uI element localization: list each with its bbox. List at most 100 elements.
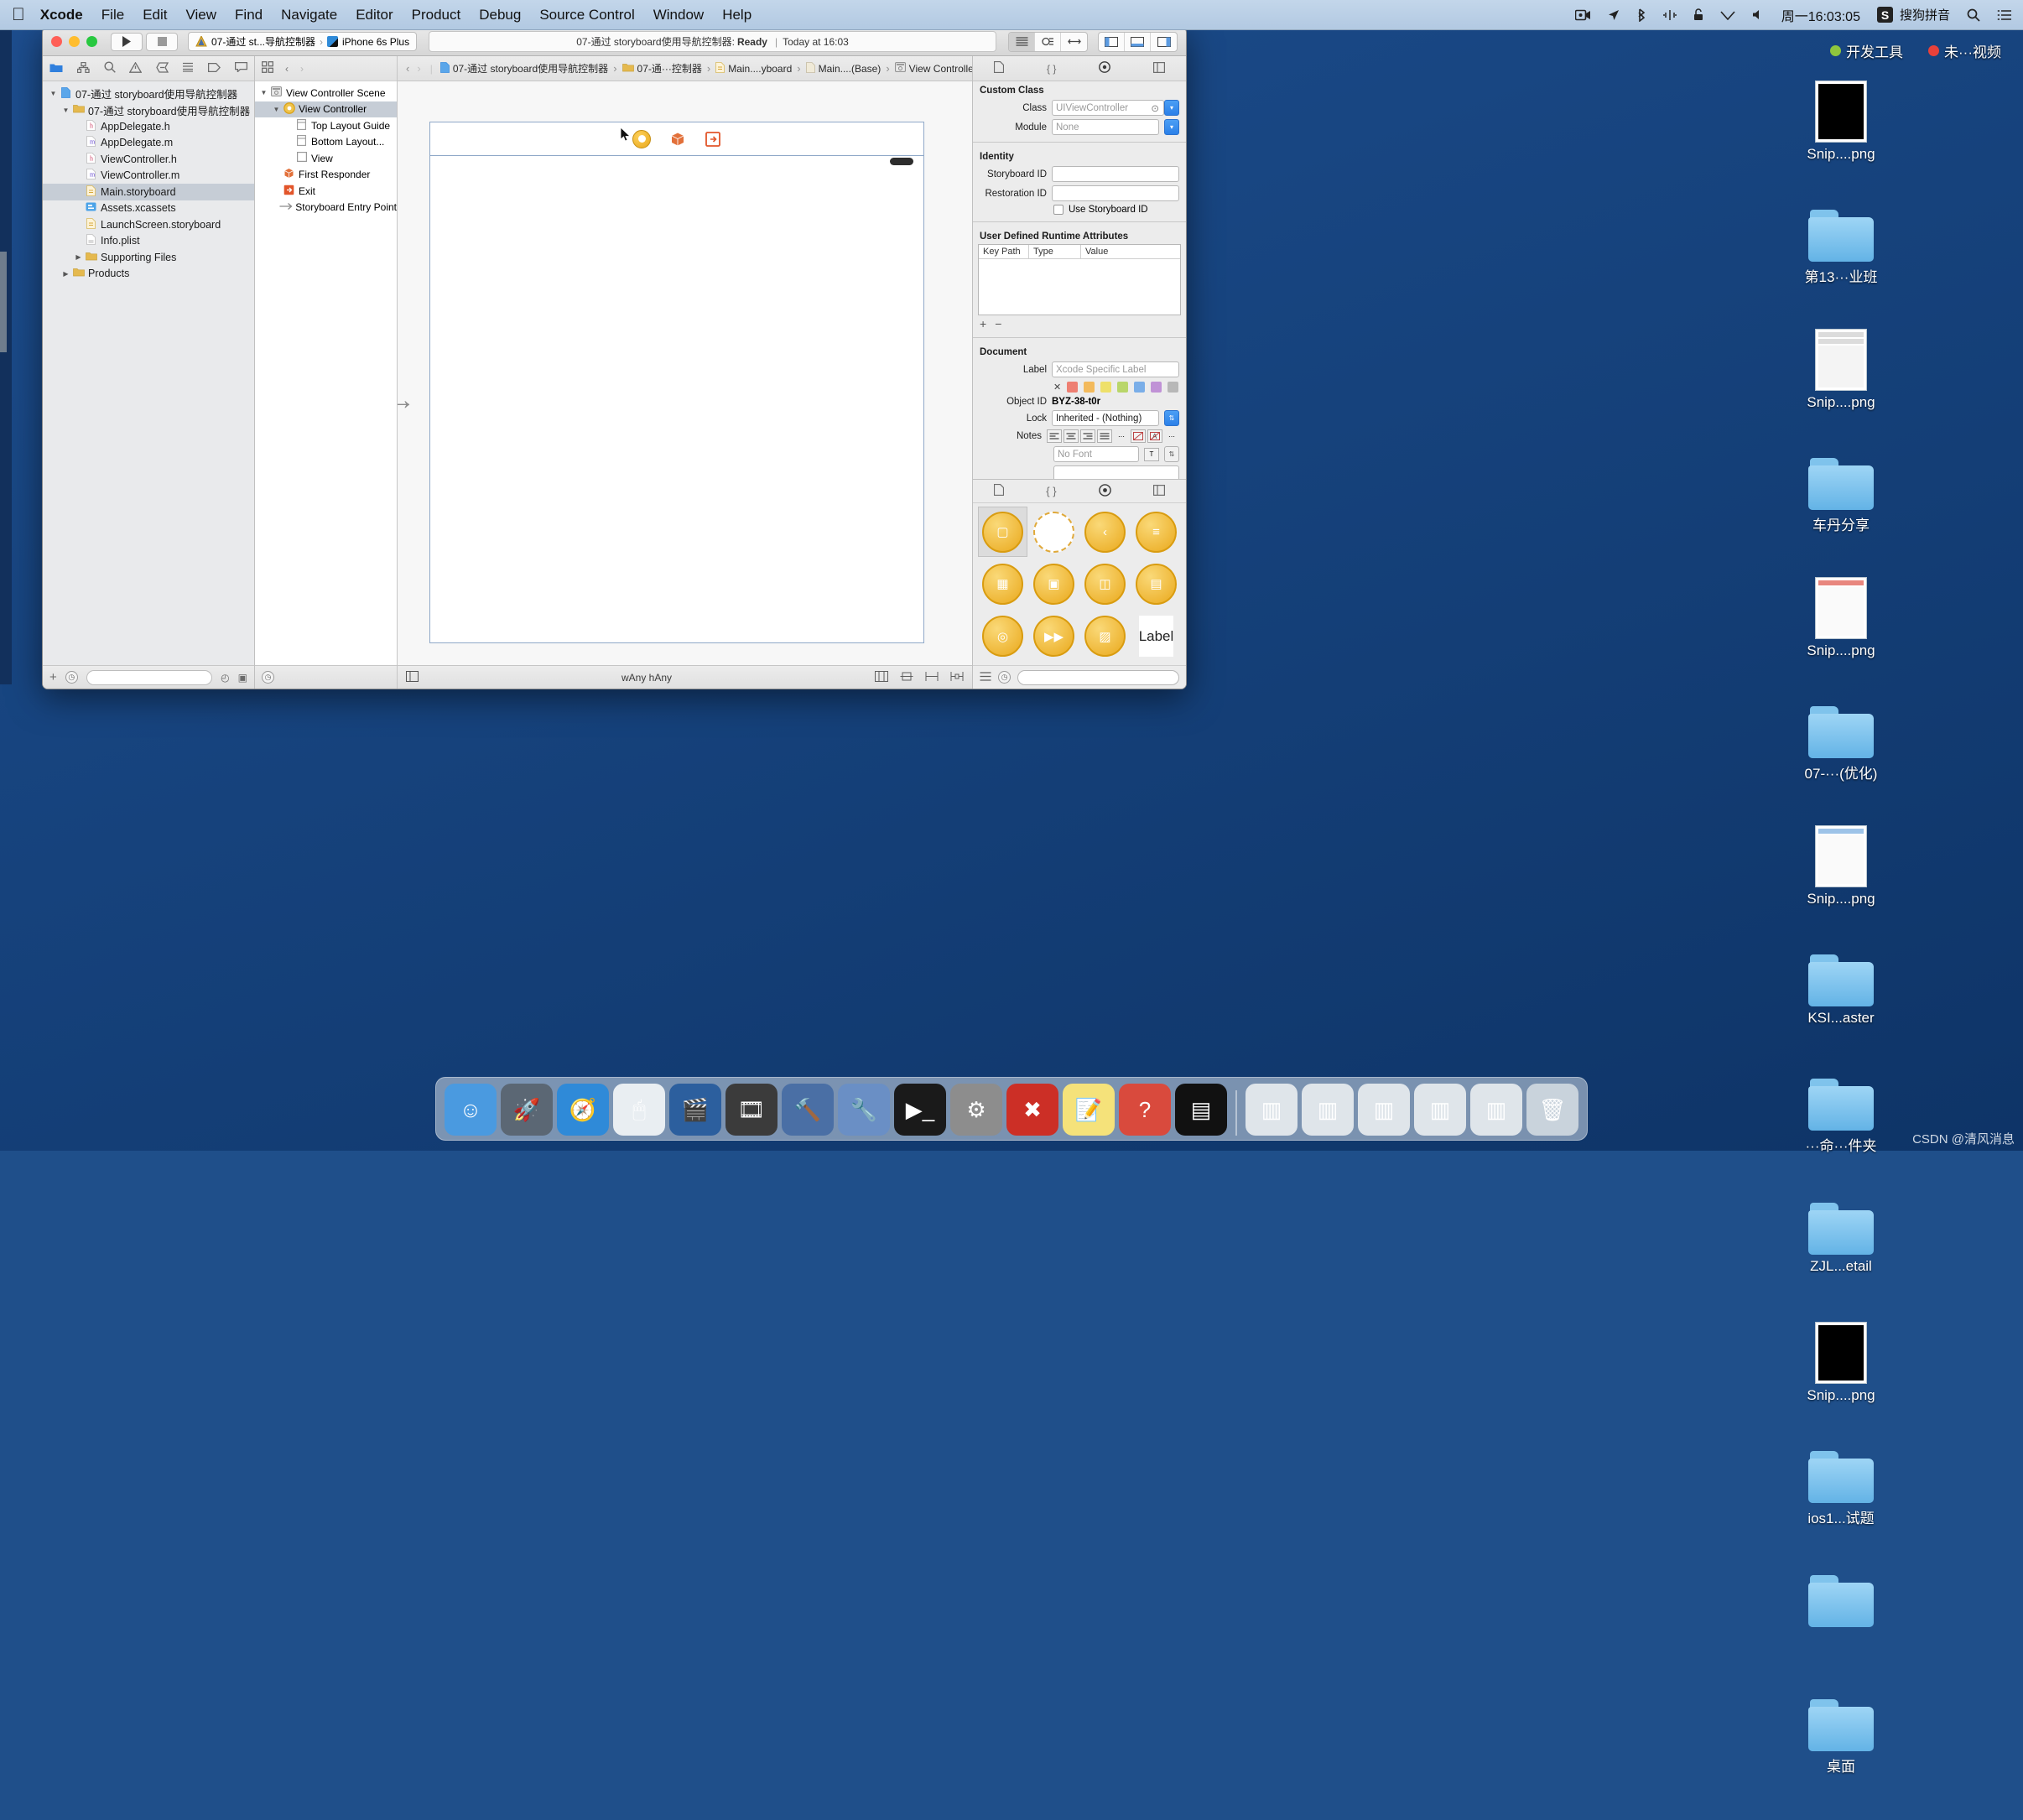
outline-item-3[interactable]: Bottom Layout... (255, 134, 397, 151)
library-item-6[interactable]: ◫ (1080, 559, 1130, 609)
pin-constraints-icon[interactable] (925, 671, 939, 684)
desktop-icon-5[interactable]: 07-···(优化) (1778, 694, 1904, 819)
disclosure-triangle-icon[interactable]: ▼ (48, 90, 59, 97)
breadcrumb-item-3[interactable]: Main....(Base) (805, 61, 881, 75)
library-item-8[interactable]: ◎ (978, 611, 1027, 662)
desktop-icon-3[interactable]: 车丹分享 (1778, 446, 1904, 570)
menu-item-navigate[interactable]: Navigate (281, 7, 337, 23)
tag-navigator-icon[interactable] (208, 62, 221, 75)
size-class-label[interactable]: wAny hAny (419, 672, 875, 684)
storyboard-id-field[interactable] (1052, 166, 1179, 182)
dock-item-trash[interactable]: 🗑 (1526, 1084, 1578, 1136)
runtime-attributes-rows[interactable] (979, 259, 1180, 315)
dock-item-window-3[interactable]: ▥ (1358, 1084, 1410, 1136)
source-control-filter-icon[interactable]: ◴ (221, 672, 229, 684)
navigator-item-8[interactable]: LaunchScreen.storyboard (43, 216, 254, 233)
dock-item-xmind[interactable]: ✖ (1006, 1084, 1058, 1136)
library-item-11[interactable]: Label (1131, 611, 1181, 662)
project-navigator-tree[interactable]: ▼ 07-通过 storyboard使用导航控制器 ▼ 07-通过 storyboar… (43, 81, 254, 665)
scene-outline-tree[interactable]: ▼ View Controller Scene ▼ View Controller To… (255, 81, 397, 665)
object-library-icon[interactable] (1098, 483, 1111, 499)
menu-item-file[interactable]: File (101, 7, 124, 23)
outline-back-chevron-icon[interactable]: ‹ (285, 63, 289, 75)
assistant-editor-button[interactable] (1035, 32, 1061, 51)
more-align-icon[interactable]: ⋯ (1114, 429, 1129, 443)
zoom-button[interactable] (86, 36, 97, 47)
font-panel-icon[interactable]: T (1144, 447, 1159, 461)
airdrop-icon[interactable] (1662, 9, 1677, 21)
outline-item-6[interactable]: Exit (255, 183, 397, 200)
quick-help-icon[interactable]: { } (1047, 63, 1056, 75)
font-field[interactable]: No Font (1053, 446, 1139, 462)
issue-navigator-icon[interactable] (128, 61, 143, 75)
desktop-icon-6[interactable]: Snip....png (1778, 819, 1904, 943)
outline-item-5[interactable]: First Responder (255, 167, 397, 184)
text-color-icon[interactable] (1131, 429, 1146, 443)
disclosure-triangle-icon[interactable]: ▼ (271, 106, 282, 113)
desktop-icon-0[interactable]: Snip....png (1778, 74, 1904, 198)
breadcrumb-item-1[interactable]: 07-通···控制器 (621, 61, 702, 75)
desktop-icon-10[interactable]: Snip....png (1778, 1315, 1904, 1439)
menu-item-view[interactable]: View (185, 7, 216, 23)
update-frames-icon[interactable] (875, 670, 888, 684)
disclosure-triangle-icon[interactable]: ▼ (258, 89, 269, 96)
editor-mode-segments[interactable] (1008, 31, 1088, 52)
library-item-4[interactable]: ▦ (978, 559, 1027, 609)
unsaved-filter-icon[interactable]: ▣ (238, 672, 247, 684)
bluetooth-icon[interactable] (1636, 8, 1646, 22)
menu-item-source-control[interactable]: Source Control (539, 7, 634, 23)
lock-value-field[interactable]: Inherited - (Nothing) (1052, 410, 1159, 426)
resolve-issues-icon[interactable] (950, 671, 964, 684)
disclosure-triangle-icon[interactable]: ▼ (60, 107, 71, 114)
macos-dock[interactable]: ☺ 🚀 🧭 🖱 🎬 🎞 🔨 🔧 ▶_ ⚙ ✖ 📝? ▤ ▥ ▥ ▥ ▥ ▥ 🗑 (435, 1077, 1588, 1141)
dock-item-help[interactable]: ? (1119, 1084, 1171, 1136)
menu-item-editor[interactable]: Editor (356, 7, 393, 23)
project-navigator-icon[interactable] (49, 62, 63, 75)
notes-textarea[interactable] (1053, 465, 1179, 479)
breadcrumb-item-0[interactable]: 07-通过 storyboard使用导航控制器 (439, 61, 608, 75)
search-navigator-icon[interactable] (104, 61, 116, 75)
object-library-grid[interactable]: ▢ ▢ ‹ ≡ ▦ ▣ ◫ ▤ ◎ ▶▶ ▨ Label (973, 503, 1186, 665)
desktop-icon-2[interactable]: Snip....png (1778, 322, 1904, 446)
toggle-debug-button[interactable] (1125, 32, 1151, 51)
autolayout-buttons[interactable] (875, 670, 964, 684)
dock-item-notes[interactable]: 📝 (1063, 1084, 1115, 1136)
screen-record-icon[interactable] (1574, 9, 1591, 21)
recent-files-filter-icon[interactable]: ◷ (65, 671, 78, 684)
media-library-icon[interactable] (1152, 484, 1165, 498)
macos-menu-bar[interactable]:  Xcode File Edit View Find Navigate Edi… (0, 0, 2023, 30)
library-item-0[interactable]: ▢ (978, 507, 1027, 558)
desktop-icon-13[interactable]: 桌面 (1778, 1687, 1904, 1812)
jump-bar[interactable]: ‹ › | 07-通过 storyboard使用导航控制器 › 07-通···控制器… (398, 56, 1174, 81)
storyboard-id-row[interactable]: Storyboard ID (973, 164, 1186, 184)
font-stepper[interactable]: ⇅ (1164, 446, 1179, 462)
exit-icon[interactable] (705, 131, 721, 148)
dock-item-video-app[interactable]: 🎞 (725, 1084, 777, 1136)
disclosure-triangle-icon[interactable]: ▶ (60, 270, 71, 278)
lock-icon[interactable] (1693, 8, 1703, 21)
wifi-icon[interactable] (1720, 9, 1735, 20)
class-field-row[interactable]: Class UIViewController ⊙ ▾ (973, 98, 1186, 117)
location-icon[interactable] (1608, 9, 1620, 21)
desktop-icon-8[interactable]: ···命···件夹 (1778, 1067, 1904, 1191)
standard-editor-button[interactable] (1009, 32, 1035, 51)
apple-menu-icon[interactable]:  (12, 6, 25, 23)
navigator-item-7[interactable]: Assets.xcassets (43, 200, 254, 217)
lock-stepper-button[interactable]: ⇅ (1164, 410, 1179, 426)
resize-handle[interactable] (890, 158, 913, 165)
menu-item-debug[interactable]: Debug (479, 7, 521, 23)
run-button[interactable] (111, 32, 143, 51)
dock-item-launchpad[interactable]: 🚀 (501, 1084, 553, 1136)
spotlight-search-icon[interactable] (1967, 8, 1980, 22)
lock-row[interactable]: Lock Inherited - (Nothing) ⇅ (973, 408, 1186, 428)
navigator-item-4[interactable]: h ViewController.h (43, 151, 254, 168)
notification-center-icon[interactable] (1997, 9, 2011, 21)
document-color-swatches[interactable]: ✕ (973, 379, 1186, 395)
dock-item-safari[interactable]: 🧭 (557, 1084, 609, 1136)
library-tab-bar[interactable]: { } (973, 480, 1186, 503)
first-responder-icon[interactable] (669, 131, 686, 148)
menu-bar-clock[interactable]: 周一16:03:05 (1781, 5, 1860, 25)
outline-item-0[interactable]: ▼ View Controller Scene (255, 85, 397, 101)
navigator-item-5[interactable]: m ViewController.m (43, 168, 254, 185)
navigator-item-1[interactable]: ▼ 07-通过 storyboard使用导航控制器 (43, 102, 254, 119)
